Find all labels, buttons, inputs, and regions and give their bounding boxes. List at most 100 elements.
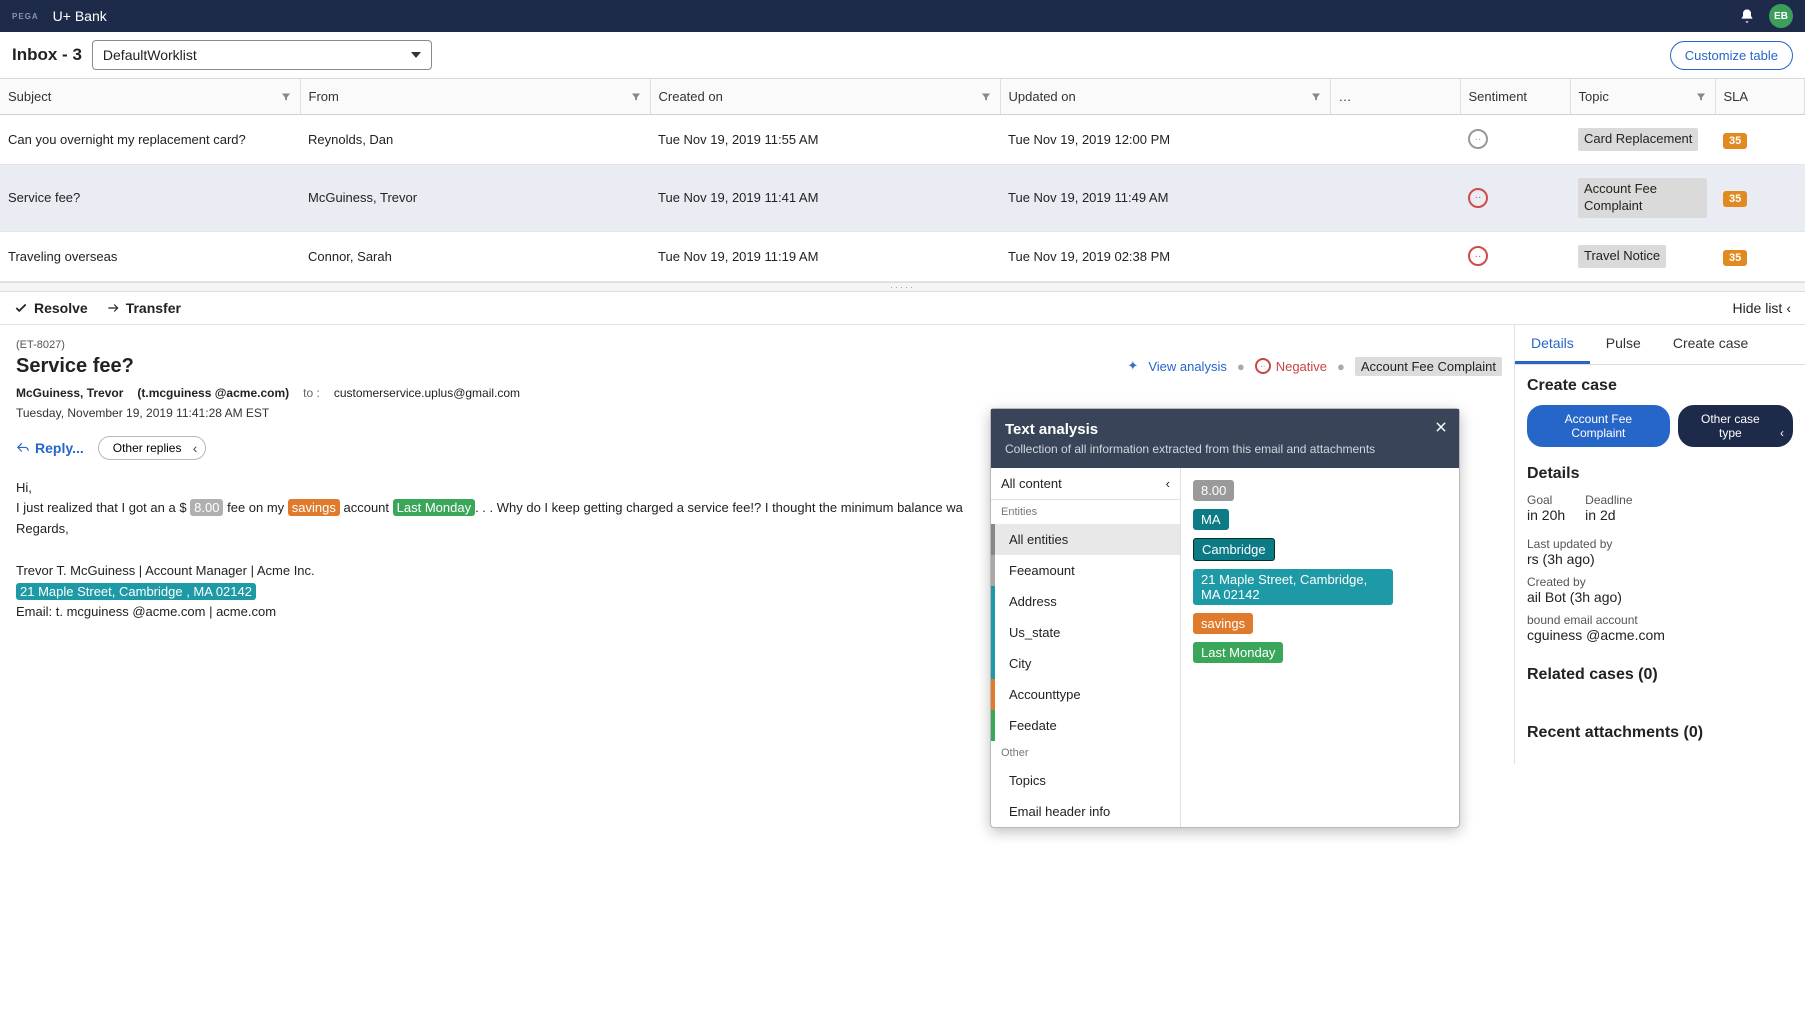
close-icon [1434,420,1448,434]
deadline-value: in 2d [1585,507,1632,523]
nav-address[interactable]: Address [991,586,1180,617]
entity-chip-feedate: Last Monday [1193,642,1283,663]
filter-icon[interactable] [1695,91,1707,103]
table-row[interactable]: Can you overnight my replacement card? R… [0,115,1805,165]
filter-icon[interactable] [1310,91,1322,103]
app-name: U+ Bank [53,8,107,24]
case-id: (ET-8027) [16,339,1498,351]
separator-dot: ● [1237,359,1245,374]
cell-sentiment: ·· [1460,164,1570,231]
cell-created: Tue Nov 19, 2019 11:41 AM [650,164,1000,231]
body-text: fee on my [223,500,287,515]
other-case-type-button[interactable]: Other case type [1678,405,1793,447]
sad-face-icon: ·· [1255,358,1271,374]
lower-panel: (ET-8027) Service fee? McGuiness, Trevor… [0,325,1805,764]
popover-title: Text analysis [1005,421,1445,438]
source-label: bound email account [1527,613,1793,627]
user-avatar[interactable]: EB [1769,4,1793,28]
col-sentiment-label: Sentiment [1469,89,1528,104]
nav-topics[interactable]: Topics [991,765,1180,796]
worklist-dropdown[interactable]: DefaultWorklist [92,40,432,70]
email-meta: McGuiness, Trevor (t.mcguiness @acme.com… [16,386,1498,400]
nav-us-state[interactable]: Us_state [991,617,1180,648]
topic-tag: Travel Notice [1578,245,1666,268]
last-updated-block: Last updated by rs (3h ago) [1527,537,1793,567]
nav-feeamount[interactable]: Feeamount [991,555,1180,586]
popover-subtitle: Collection of all information extracted … [1005,442,1445,456]
chevron-left-icon: ‹ [1166,476,1170,491]
entity-address: 21 Maple Street, Cambridge , MA 02142 [16,583,256,600]
nav-accounttype[interactable]: Accounttype [991,679,1180,710]
last-updated-value: rs (3h ago) [1527,551,1793,567]
reply-button[interactable]: Reply... [16,440,84,456]
nav-email-header-info[interactable]: Email header info [991,796,1180,827]
col-created[interactable]: Created on [650,79,1000,115]
inbox-header: Inbox - 3 DefaultWorklist Customize tabl… [0,32,1805,79]
source-block: bound email account cguiness @acme.com [1527,613,1793,643]
filter-icon[interactable] [980,91,992,103]
nav-feedate[interactable]: Feedate [991,710,1180,741]
account-fee-complaint-button[interactable]: Account Fee Complaint [1527,405,1670,447]
entities-section-label: Entities [991,500,1180,524]
table-row[interactable]: Traveling overseas Connor, Sarah Tue Nov… [0,231,1805,281]
notifications-icon[interactable] [1739,8,1755,24]
col-from[interactable]: From [300,79,650,115]
split-handle[interactable]: ····· [0,282,1805,292]
tab-details[interactable]: Details [1515,325,1590,364]
nav-all-content[interactable]: All content ‹ [991,468,1180,500]
cell-topic: Travel Notice [1570,231,1715,281]
close-button[interactable] [1431,417,1451,437]
sad-face-icon: ·· [1468,188,1488,208]
tab-pulse[interactable]: Pulse [1590,325,1657,364]
last-updated-label: Last updated by [1527,537,1793,551]
neutral-face-icon: ·· [1468,129,1488,149]
transfer-button[interactable]: Transfer [106,300,181,316]
all-content-label: All content [1001,476,1062,491]
col-created-label: Created on [659,89,723,104]
entity-chip-accounttype: savings [1193,613,1253,634]
related-cases-heading: Related cases (0) [1527,666,1793,684]
col-sla[interactable]: SLA [1715,79,1805,115]
cell-from: Connor, Sarah [300,231,650,281]
created-by-block: Created by ail Bot (3h ago) [1527,575,1793,605]
col-topic[interactable]: Topic [1570,79,1715,115]
inbox-table: Subject From Created on Updated on … Sen… [0,79,1805,282]
sla-badge: 35 [1723,133,1747,149]
popover-header: Text analysis Collection of all informat… [991,409,1459,468]
reply-icon [16,441,30,455]
tab-create-case[interactable]: Create case [1657,325,1764,364]
reply-label: Reply... [35,440,84,456]
goal-label: Goal [1527,493,1565,507]
filter-icon[interactable] [280,91,292,103]
chevron-left-icon: ‹ [1786,300,1791,316]
entity-chip-city: Cambridge [1193,538,1275,561]
email-to-addr: customerservice.uplus@gmail.com [334,386,520,400]
col-sentiment[interactable]: Sentiment [1460,79,1570,115]
created-by-label: Created by [1527,575,1793,589]
goal-deadline-row: Goal in 20h Deadline in 2d [1527,493,1793,537]
table-row[interactable]: Service fee? McGuiness, Trevor Tue Nov 1… [0,164,1805,231]
details-heading: Details [1527,465,1793,483]
hide-list-button[interactable]: Hide list ‹ [1733,300,1791,316]
action-bar: Resolve Transfer Hide list ‹ [0,292,1805,325]
other-replies-button[interactable]: Other replies [98,436,207,460]
cell-subject: Can you overnight my replacement card? [0,115,300,165]
view-analysis-link[interactable]: View analysis [1148,359,1227,374]
nav-all-entities[interactable]: All entities [991,524,1180,555]
case-buttons: Account Fee Complaint Other case type [1527,405,1793,447]
cell-topic: Account Fee Complaint [1570,164,1715,231]
analysis-strip: ✦ View analysis ● ·· Negative ● Account … [1127,357,1502,376]
col-subject[interactable]: Subject [0,79,300,115]
filter-icon[interactable] [630,91,642,103]
cell-from: Reynolds, Dan [300,115,650,165]
resolve-label: Resolve [34,300,88,316]
col-updated[interactable]: Updated on [1000,79,1330,115]
pega-logo: PEGA [12,12,39,21]
col-extra[interactable]: … [1330,79,1460,115]
nav-city[interactable]: City [991,648,1180,679]
customize-table-button[interactable]: Customize table [1670,41,1793,70]
cell-extra [1330,164,1460,231]
email-to-label: to : [303,386,320,400]
resolve-button[interactable]: Resolve [14,300,88,316]
entity-feeamount: 8.00 [190,499,223,516]
